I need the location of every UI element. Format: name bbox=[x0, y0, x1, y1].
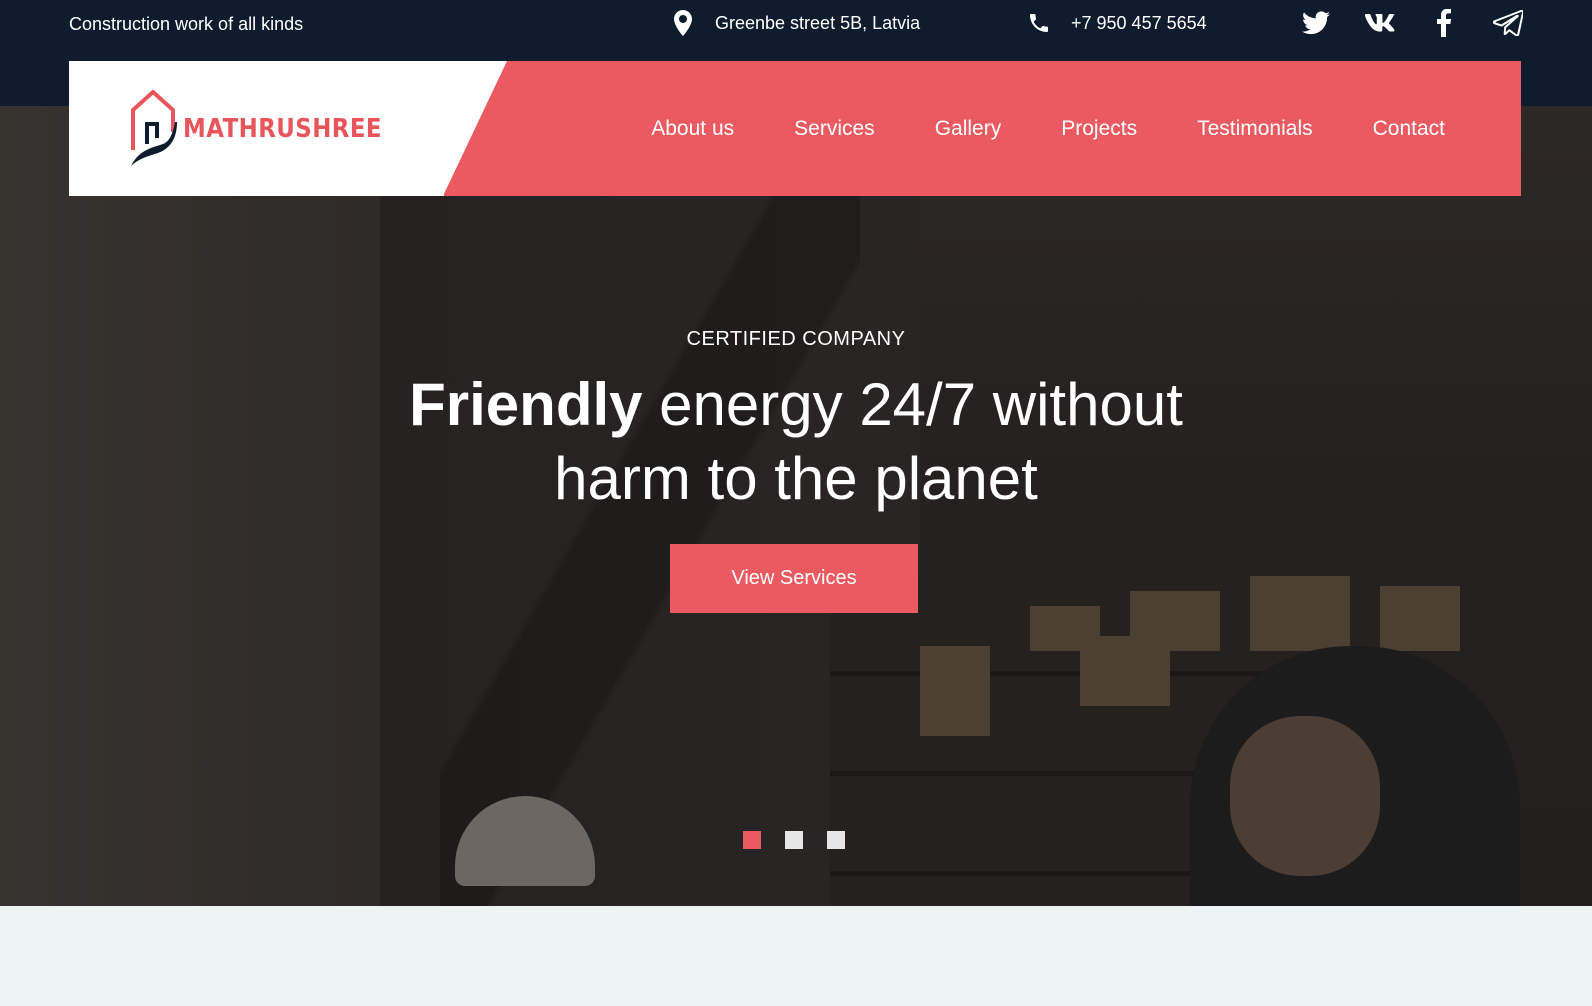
vk-icon[interactable] bbox=[1364, 8, 1396, 38]
phone-icon bbox=[1027, 10, 1051, 36]
hero-eyebrow: CERTIFIED COMPANY bbox=[686, 328, 906, 350]
telegram-icon[interactable] bbox=[1492, 8, 1524, 38]
map-pin-icon bbox=[671, 10, 695, 36]
tagline: Construction work of all kinds bbox=[69, 14, 304, 34]
twitter-icon[interactable] bbox=[1300, 8, 1332, 38]
phone-number[interactable]: +7 950 457 5654 bbox=[1071, 13, 1207, 34]
hero-headline-line1: energy 24/7 without bbox=[642, 371, 1183, 438]
hero-headline: Friendly energy 24/7 without harm to the… bbox=[0, 368, 1592, 516]
social-links bbox=[1300, 8, 1524, 38]
address-info: Greenbe street 5B, Latvia bbox=[671, 10, 920, 36]
view-services-button[interactable]: View Services bbox=[670, 544, 918, 613]
hero-headline-bold: Friendly bbox=[409, 371, 643, 438]
slider-dot-3[interactable] bbox=[827, 831, 845, 849]
phone-info[interactable]: +7 950 457 5654 bbox=[1027, 10, 1207, 36]
facebook-icon[interactable] bbox=[1428, 8, 1460, 38]
slider-dots bbox=[743, 831, 845, 849]
slider-dot-2[interactable] bbox=[785, 831, 803, 849]
hero-content: CERTIFIED COMPANY Friendly energy 24/7 w… bbox=[0, 106, 1592, 906]
address-text: Greenbe street 5B, Latvia bbox=[715, 12, 921, 33]
slider-dot-1[interactable] bbox=[743, 831, 761, 849]
hero-headline-line2: harm to the planet bbox=[554, 445, 1038, 512]
